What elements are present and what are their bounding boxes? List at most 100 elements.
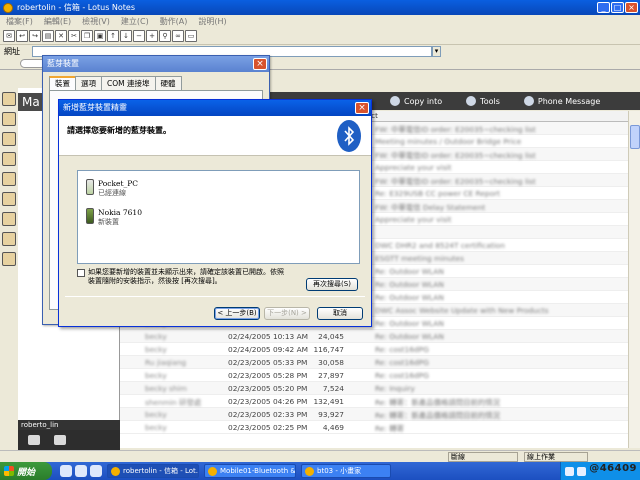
search-icon[interactable]: ⚲ bbox=[159, 30, 171, 42]
address-dropdown-icon[interactable]: ▾ bbox=[432, 46, 441, 57]
sender-cell: becky bbox=[145, 410, 167, 419]
device-text: Pocket_PC 已經連線 bbox=[98, 179, 138, 198]
show-desktop-icon[interactable] bbox=[90, 465, 102, 477]
device-item-pocket-pc[interactable]: Pocket_PC 已經連線 bbox=[86, 179, 138, 198]
task-paint[interactable]: bt03 - 小畫家 bbox=[301, 464, 391, 478]
folder-bookmark-icon[interactable] bbox=[2, 212, 16, 226]
table-row[interactable]: Ru jiaqiang 02/23/2005 05:33 PM 30,058 Re: … bbox=[120, 356, 628, 369]
pda-icon bbox=[86, 179, 94, 195]
new-memo-icon[interactable]: ✉ bbox=[3, 30, 15, 42]
table-row[interactable]: becky 02/23/2005 05:28 PM 27,897 Re: cost16… bbox=[120, 369, 628, 382]
table-row[interactable]: becky 02/23/2005 02:25 PM 4,469 Re: 轉寄 bbox=[120, 421, 628, 434]
cut-icon[interactable]: ✂ bbox=[68, 30, 80, 42]
search-again-button[interactable]: 再次搜尋(S) bbox=[306, 278, 358, 291]
subject-cell: FW: 中華電信ID order: E20035~checking list bbox=[375, 177, 536, 186]
close-button[interactable]: × bbox=[253, 58, 267, 70]
table-row[interactable]: becky 02/23/2005 02:33 PM 93,927 Re: 轉寄：新產品… bbox=[120, 408, 628, 421]
online-status[interactable]: 線上作業 bbox=[524, 452, 588, 462]
date-cell: 02/23/2005 05:28 PM bbox=[228, 371, 308, 380]
collapse-icon[interactable]: − bbox=[133, 30, 145, 42]
binoculars-icon[interactable]: ∞ bbox=[172, 30, 184, 42]
sender-cell: becky bbox=[145, 345, 167, 354]
tray-icon[interactable] bbox=[565, 466, 574, 476]
mail-bookmark-icon[interactable] bbox=[2, 92, 16, 106]
tab-devices[interactable]: 裝置 bbox=[49, 76, 76, 90]
menu-actions[interactable]: 動作(A) bbox=[160, 16, 188, 27]
cancel-button[interactable]: 取消 bbox=[317, 307, 363, 320]
folder-bookmark-icon[interactable] bbox=[2, 252, 16, 266]
next-button[interactable]: 下一步(N) > bbox=[264, 307, 310, 320]
tray-icon[interactable] bbox=[577, 466, 586, 476]
tab-com-ports[interactable]: COM 連接埠 bbox=[101, 76, 156, 90]
minimize-button[interactable]: _ bbox=[597, 2, 610, 13]
forward-icon[interactable]: ↪ bbox=[29, 30, 41, 42]
wizard-title: 新增藍芽裝置精靈 bbox=[63, 103, 127, 112]
vertical-scrollbar[interactable] bbox=[628, 111, 640, 448]
task-mobile01[interactable]: Mobile01-Bluetooth &... bbox=[204, 464, 296, 478]
tools-icon[interactable] bbox=[54, 435, 66, 445]
expand-icon[interactable]: + bbox=[146, 30, 158, 42]
subject-cell: Re: E329USB CC power CE Report bbox=[375, 189, 501, 198]
tools-label: Tools bbox=[480, 96, 500, 106]
wizard-titlebar: 新增藍芽裝置精靈 × bbox=[59, 100, 371, 116]
menubar: 檔案(F) 編輯(E) 檢視(V) 建立(C) 動作(A) 說明(H) bbox=[0, 15, 640, 28]
network-status[interactable]: 斷線 bbox=[448, 452, 518, 462]
scrollbar-thumb[interactable] bbox=[630, 125, 640, 149]
device-text: Nokia 7610 新裝置 bbox=[98, 208, 142, 227]
table-row[interactable]: shenmin 研發處 02/23/2005 04:26 PM 132,491 Re:… bbox=[120, 395, 628, 408]
window-icon[interactable]: ▭ bbox=[185, 30, 197, 42]
paint-icon bbox=[305, 466, 314, 476]
firefox-icon[interactable] bbox=[60, 465, 72, 477]
size-cell: 27,897 bbox=[318, 371, 344, 380]
firefox-icon bbox=[208, 466, 217, 476]
down-arrow-icon[interactable]: ↓ bbox=[120, 30, 132, 42]
wizard-separator bbox=[65, 296, 365, 297]
contacts-bookmark-icon[interactable] bbox=[2, 132, 16, 146]
paste-icon[interactable]: ▣ bbox=[94, 30, 106, 42]
menu-help[interactable]: 說明(H) bbox=[198, 16, 226, 27]
table-row[interactable]: becky shim 02/23/2005 05:20 PM 7,524 Re: In… bbox=[120, 382, 628, 395]
maximize-button[interactable]: □ bbox=[611, 2, 624, 13]
close-button[interactable]: × bbox=[355, 102, 369, 114]
start-button[interactable]: 開始 bbox=[0, 462, 52, 480]
tab-options[interactable]: 選項 bbox=[75, 76, 102, 90]
quick-launch bbox=[60, 465, 102, 477]
subject-cell: FW: 中華電信 Delay Statement bbox=[375, 203, 486, 212]
table-row[interactable]: becky 02/24/2005 10:13 AM 24,045 Re: Outdoo… bbox=[120, 330, 628, 343]
copy-into-action[interactable]: Copy into bbox=[390, 96, 442, 106]
close-button[interactable]: × bbox=[625, 2, 638, 13]
explorer-icon[interactable] bbox=[75, 465, 87, 477]
watermark: @46409 bbox=[589, 463, 637, 474]
table-row[interactable]: becky 02/24/2005 09:42 AM 116,747 Re: cost1… bbox=[120, 343, 628, 356]
tab-hardware[interactable]: 硬體 bbox=[154, 76, 182, 90]
print-icon[interactable]: ▤ bbox=[42, 30, 54, 42]
menu-create[interactable]: 建立(C) bbox=[121, 16, 149, 27]
size-cell: 24,045 bbox=[318, 332, 344, 341]
subject-cell: Re: 轉寄 bbox=[375, 424, 404, 433]
subject-cell: Re: cost16dPG bbox=[375, 345, 429, 354]
reply-icon[interactable]: ↩ bbox=[16, 30, 28, 42]
task-lotus-notes[interactable]: robertolin - 信箱 - Lot... bbox=[107, 464, 199, 478]
sender-cell: becky bbox=[145, 332, 167, 341]
sender-cell: becky shim bbox=[145, 384, 187, 393]
folder-bookmark-icon[interactable] bbox=[2, 192, 16, 206]
delete-icon[interactable]: ✕ bbox=[55, 30, 67, 42]
phone-message-label: Phone Message bbox=[537, 96, 601, 106]
todo-bookmark-icon[interactable] bbox=[2, 152, 16, 166]
device-item-nokia-7610[interactable]: Nokia 7610 新裝置 bbox=[86, 208, 142, 227]
phone-message-action[interactable]: Phone Message bbox=[523, 96, 601, 106]
menu-edit[interactable]: 編輯(E) bbox=[44, 16, 71, 27]
calendar-bookmark-icon[interactable] bbox=[2, 112, 16, 126]
replicator-bookmark-icon[interactable] bbox=[2, 172, 16, 186]
menu-file[interactable]: 檔案(F) bbox=[6, 16, 33, 27]
back-button[interactable]: < 上一步(B) bbox=[214, 307, 260, 320]
bluetooth-window-titlebar: 藍芽裝置 × bbox=[43, 56, 269, 72]
up-arrow-icon[interactable]: ↑ bbox=[107, 30, 119, 42]
subject-cell: Re: Outdoor WLAN bbox=[375, 293, 444, 302]
menu-view[interactable]: 檢視(V) bbox=[82, 16, 110, 27]
mail-icon[interactable] bbox=[28, 435, 40, 445]
tools-action[interactable]: Tools bbox=[466, 96, 500, 106]
copy-icon[interactable]: ❐ bbox=[81, 30, 93, 42]
folder-bookmark-icon[interactable] bbox=[2, 232, 16, 246]
date-cell: 02/23/2005 04:26 PM bbox=[228, 397, 308, 406]
